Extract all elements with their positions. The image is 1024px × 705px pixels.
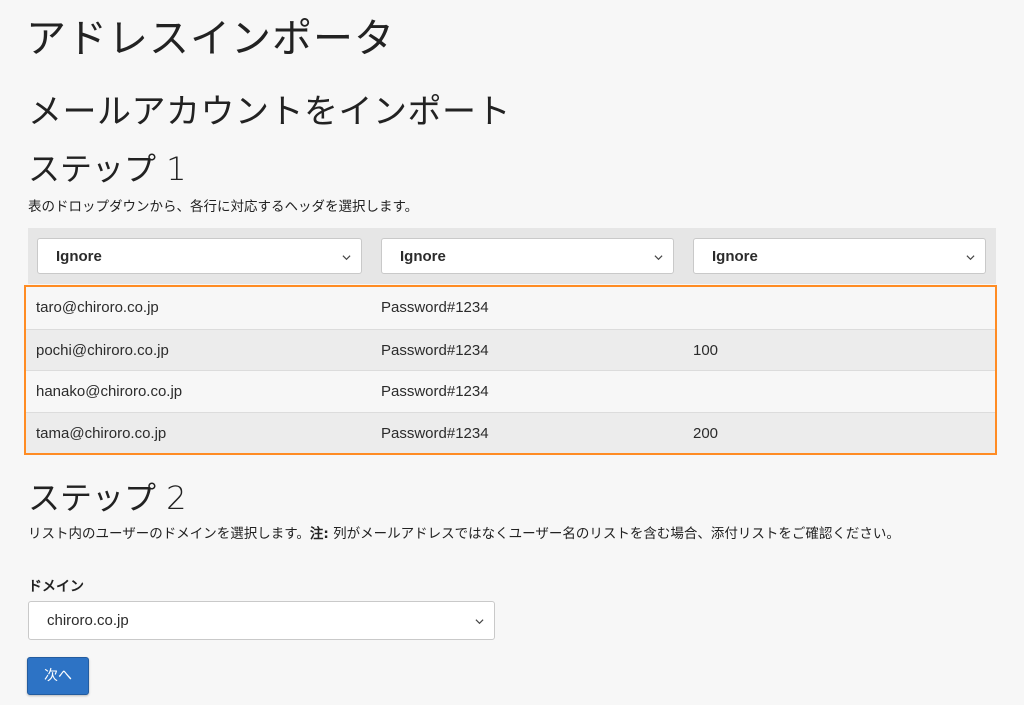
step1-description: 表のドロップダウンから、各行に対応するヘッダを選択します。	[28, 199, 419, 215]
domain-select-value: chiroro.co.jp	[47, 612, 129, 629]
chevron-down-icon	[966, 255, 975, 261]
column-2-select[interactable]: Ignore	[381, 238, 674, 274]
next-button[interactable]: 次へ	[27, 657, 89, 695]
chevron-down-icon	[342, 255, 351, 261]
table-cell-password: Password#1234	[381, 299, 489, 316]
import-data-table: taro@chiroro.co.jp Password#1234 pochi@c…	[24, 285, 997, 455]
table-cell-password: Password#1234	[381, 341, 489, 359]
column-1-select[interactable]: Ignore	[37, 238, 362, 274]
chevron-down-icon	[654, 255, 663, 261]
table-row: tama@chiroro.co.jp Password#1234 200	[26, 411, 995, 453]
table-row: taro@chiroro.co.jp Password#1234	[26, 287, 995, 329]
column-2-select-value: Ignore	[400, 248, 446, 265]
table-cell-quota: 200	[693, 424, 719, 442]
section-title: メールアカウントをインポート	[28, 92, 511, 132]
step2-heading: ステップ 2	[28, 479, 187, 517]
step2-description: リスト内のユーザーのドメインを選択します。注: 列がメールアドレスではなくユーザ…	[28, 525, 998, 544]
column-3-select[interactable]: Ignore	[693, 238, 986, 274]
column-3-select-value: Ignore	[712, 248, 758, 265]
table-cell-email: hanako@chiroro.co.jp	[36, 383, 183, 400]
domain-select[interactable]: chiroro.co.jp	[28, 601, 495, 640]
table-cell-quota: 100	[693, 341, 719, 359]
step2-description-note: 列がメールアドレスではなくユーザー名のリストを含む場合、添付リストをご確認くださ…	[328, 526, 900, 542]
step2-description-main: リスト内のユーザーのドメインを選択します。	[28, 526, 310, 542]
table-cell-password: Password#1234	[381, 424, 489, 442]
table-row: hanako@chiroro.co.jp Password#1234	[26, 370, 995, 412]
page-title: アドレスインポータ	[26, 16, 395, 62]
table-cell-email: pochi@chiroro.co.jp	[36, 341, 169, 359]
domain-label: ドメイン	[28, 579, 84, 595]
table-cell-email: taro@chiroro.co.jp	[36, 299, 159, 316]
chevron-down-icon	[475, 619, 484, 625]
table-cell-password: Password#1234	[381, 383, 489, 400]
column-1-select-value: Ignore	[56, 248, 102, 265]
table-row: pochi@chiroro.co.jp Password#1234 100	[26, 328, 995, 370]
note-label: 注:	[309, 526, 329, 542]
table-cell-email: tama@chiroro.co.jp	[36, 424, 167, 442]
column-header-row: Ignore Ignore Ignore	[28, 228, 996, 284]
step1-heading: ステップ 1	[28, 150, 187, 188]
